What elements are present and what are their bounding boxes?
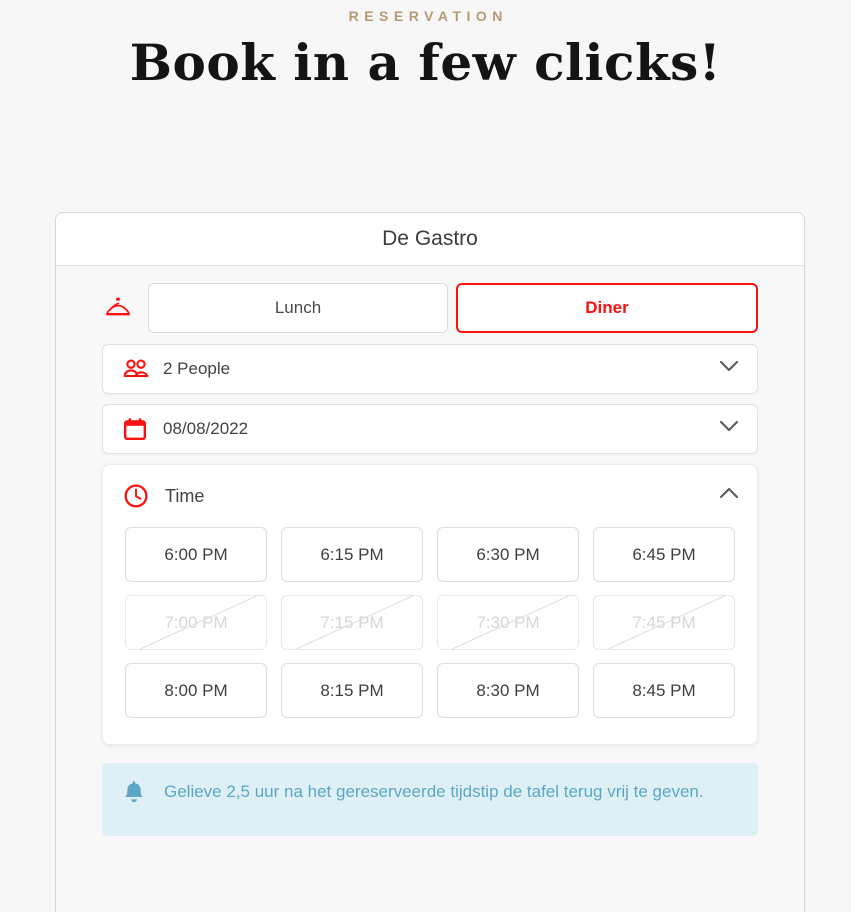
clock-icon	[123, 483, 153, 509]
time-slot-label: 7:30 PM	[476, 612, 540, 632]
time-slot-label: 6:15 PM	[320, 544, 384, 564]
service-option-lunch-label: Lunch	[274, 298, 322, 317]
date-value: 08/08/2022	[163, 419, 249, 438]
time-slot[interactable]: 8:15 PM	[281, 663, 423, 718]
page-header: RESERVATION Book in a few clicks!	[0, 0, 851, 95]
time-slot-disabled: 7:30 PM	[437, 595, 579, 650]
service-option-diner-label: Diner	[585, 298, 629, 317]
party-size-value: 2 People	[163, 359, 231, 378]
time-slot-label: 6:45 PM	[632, 544, 696, 564]
service-option-diner[interactable]: Diner	[456, 283, 758, 333]
time-slot-label: 8:00 PM	[164, 680, 228, 700]
time-slot-label: 7:15 PM	[320, 612, 384, 632]
restaurant-name: De Gastro	[56, 213, 804, 266]
time-slot-disabled: 7:15 PM	[281, 595, 423, 650]
time-slot-disabled: 7:00 PM	[125, 595, 267, 650]
time-slot[interactable]: 6:00 PM	[125, 527, 267, 582]
bell-icon	[122, 779, 156, 812]
time-slot-label: 6:00 PM	[164, 544, 228, 564]
time-slot-grid: 6:00 PM 6:15 PM 6:30 PM 6:45 PM 7:00 PM …	[103, 527, 757, 718]
time-slot[interactable]: 8:45 PM	[593, 663, 735, 718]
calendar-icon	[123, 417, 153, 441]
booking-widget: De Gastro Lunch Diner 2 People 08/08/202…	[55, 212, 805, 912]
booking-form: Lunch Diner 2 People 08/08/2022 Time 6:0…	[56, 266, 804, 836]
time-slot-label: 8:30 PM	[476, 680, 540, 700]
time-slot-label: 7:00 PM	[164, 612, 228, 632]
time-slot[interactable]: 8:00 PM	[125, 663, 267, 718]
time-slot[interactable]: 8:30 PM	[437, 663, 579, 718]
service-option-lunch[interactable]: Lunch	[148, 283, 448, 333]
cloche-icon	[102, 296, 148, 320]
page-title: Book in a few clicks!	[129, 33, 722, 92]
time-slot[interactable]: 6:15 PM	[281, 527, 423, 582]
time-section-label: Time	[165, 485, 205, 506]
time-section: Time 6:00 PM 6:15 PM 6:30 PM 6:45 PM 7:0…	[102, 464, 758, 745]
date-select[interactable]: 08/08/2022	[102, 404, 758, 454]
time-slot-disabled: 7:45 PM	[593, 595, 735, 650]
time-slot-label: 8:45 PM	[632, 680, 696, 700]
time-slot[interactable]: 6:45 PM	[593, 527, 735, 582]
time-slot-label: 6:30 PM	[476, 544, 540, 564]
notice-text: Gelieve 2,5 uur na het gereserveerde tij…	[164, 782, 704, 801]
time-slot-label: 8:15 PM	[320, 680, 384, 700]
party-size-select[interactable]: 2 People	[102, 344, 758, 394]
chevron-down-icon[interactable]	[719, 420, 739, 438]
chevron-up-icon[interactable]	[719, 487, 739, 505]
time-slot[interactable]: 6:30 PM	[437, 527, 579, 582]
service-selector: Lunch Diner	[102, 282, 758, 334]
time-slot-label: 7:45 PM	[632, 612, 696, 632]
time-section-header[interactable]: Time	[103, 465, 757, 527]
people-icon	[123, 359, 153, 379]
notice-banner: Gelieve 2,5 uur na het gereserveerde tij…	[102, 763, 758, 836]
eyebrow-label: RESERVATION	[348, 8, 508, 24]
chevron-down-icon[interactable]	[719, 360, 739, 378]
